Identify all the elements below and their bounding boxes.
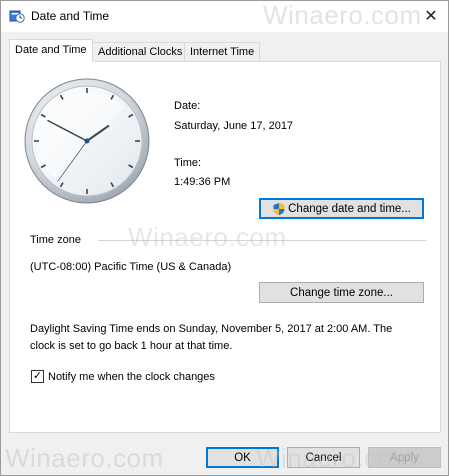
clock-window-icon [9, 10, 25, 23]
time-zone-divider [98, 240, 426, 241]
notify-label[interactable]: Notify me when the clock changes [48, 371, 215, 383]
watermark-middle: Winaero.com [128, 222, 287, 252]
clock-center-pin [84, 138, 90, 144]
change-date-time-button[interactable]: Change date and time... [259, 198, 424, 219]
ok-button[interactable]: OK [206, 447, 279, 468]
checkmark-icon: ✓ [32, 370, 43, 382]
apply-button[interactable]: Apply [368, 447, 441, 468]
time-value: 1:49:36 PM [174, 176, 231, 188]
watermark-bottom-left: Winaero.com [5, 443, 164, 473]
tab-date-and-time[interactable]: Date and Time [9, 39, 93, 62]
date-label: Date: [174, 100, 201, 112]
title-bar[interactable]: Date and Time Winaero.com ✕ [1, 0, 448, 32]
analog-clock [24, 78, 150, 204]
time-zone-value: (UTC-08:00) Pacific Time (US & Canada) [30, 261, 232, 273]
dst-info-line-2: clock is set to go back 1 hour at that t… [30, 340, 233, 352]
change-time-zone-button[interactable]: Change time zone... [259, 282, 424, 303]
tab-panel-date-and-time: Date: Saturday, June 17, 2017 Time: 1:49… [9, 61, 441, 433]
tab-additional-clocks[interactable]: Additional Clocks [92, 42, 189, 62]
cancel-button[interactable]: Cancel [287, 447, 360, 468]
uac-shield-icon [273, 202, 285, 215]
notify-checkbox[interactable]: ✓ [31, 370, 44, 383]
dst-info-line-1: Daylight Saving Time ends on Sunday, Nov… [30, 323, 393, 335]
close-button[interactable]: ✕ [418, 3, 444, 29]
close-icon: ✕ [424, 8, 438, 25]
tab-internet-time[interactable]: Internet Time [184, 42, 261, 62]
date-value: Saturday, June 17, 2017 [174, 120, 294, 132]
change-date-time-label: Change date and time... [288, 202, 411, 215]
date-time-dialog: Date and Time Winaero.com ✕ Date and Tim… [0, 0, 449, 476]
time-zone-section-label: Time zone [30, 234, 81, 246]
watermark-top: Winaero.com [263, 0, 422, 30]
time-label: Time: [174, 157, 202, 169]
window-title: Date and Time [31, 9, 110, 23]
